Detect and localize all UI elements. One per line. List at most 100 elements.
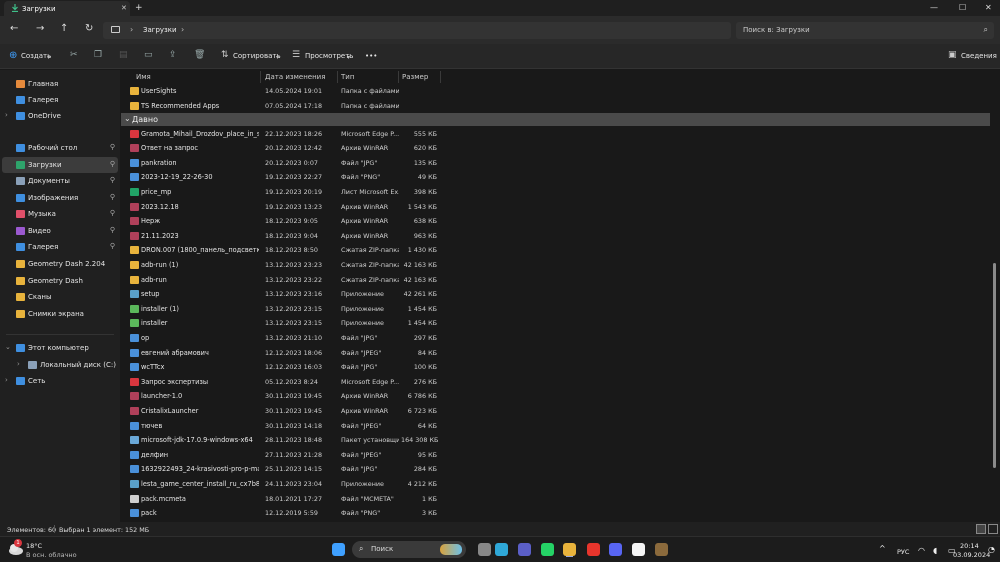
chevron-right-icon[interactable]: › xyxy=(17,360,20,368)
file-row[interactable]: lesta_game_center_install_ru_cx7b885jtqe… xyxy=(121,477,439,492)
chevron-down-icon[interactable]: ⌄ xyxy=(5,343,11,351)
file-row[interactable]: DRON.007 (1800_панель_подсветка_с_н... 18… xyxy=(121,243,439,258)
file-row[interactable]: Gramota_Mihail_Drozdov_place_in_scho... 2… xyxy=(121,127,439,142)
file-row[interactable]: Запрос экспертизы 05.12.2023 8:24 Microsof… xyxy=(121,375,439,390)
file-row[interactable]: wcTTcx 12.12.2023 16:03 Файл "JPG" 100 КБ xyxy=(121,360,439,375)
file-row[interactable]: adb-run (1) 13.12.2023 23:23 Сжатая ZIP-па… xyxy=(121,258,439,273)
scrollbar-thumb[interactable] xyxy=(993,263,996,468)
forward-button[interactable]: → xyxy=(36,24,44,34)
sidebar-item[interactable]: Загрузки ⚲ xyxy=(2,157,118,173)
file-row[interactable]: 1632922493_24-krasivosti-pro-p-malenki..… xyxy=(121,462,439,477)
file-row[interactable]: launcher-1.0 30.11.2023 19:45 Архив WinRAR… xyxy=(121,389,439,404)
search-input[interactable]: Поиск в: Загрузки ⌕ xyxy=(736,22,994,39)
file-row[interactable]: TS Recommended Apps 07.05.2024 17:18 Папка… xyxy=(121,99,439,114)
tab-close-icon[interactable]: ✕ xyxy=(121,4,127,12)
group-header[interactable]: ⌄ Давно xyxy=(121,113,990,126)
file-row[interactable]: microsoft-jdk-17.0.9-windows-x64 28.11.20… xyxy=(121,433,439,448)
chevron-right-icon[interactable]: › xyxy=(5,111,8,119)
whatsapp-icon[interactable] xyxy=(541,543,554,556)
notifications-icon[interactable]: ◔ xyxy=(988,545,995,554)
explorer-icon[interactable] xyxy=(563,543,576,556)
file-row[interactable]: делфин 27.11.2023 21:28 Файл "JPEG" 95 КБ xyxy=(121,448,439,463)
file-row[interactable]: installer (1) 13.12.2023 23:15 Приложение 1… xyxy=(121,302,439,317)
start-icon[interactable] xyxy=(332,543,345,556)
clock-date[interactable]: 03.09.2024 xyxy=(953,551,990,559)
column-divider[interactable] xyxy=(260,71,261,83)
sidebar-item[interactable]: Галерея ⚲ xyxy=(2,239,118,255)
yandex-icon[interactable] xyxy=(587,543,600,556)
file-row[interactable]: pack 12.12.2019 5:59 Файл "PNG" 3 КБ xyxy=(121,506,439,521)
chevron-down-icon[interactable]: ⌄ xyxy=(124,114,131,123)
up-button[interactable]: ↑ xyxy=(60,24,68,34)
sidebar-item[interactable]: Главная xyxy=(2,76,118,92)
tray-chevron-icon[interactable]: ^ xyxy=(879,544,886,553)
sidebar-item[interactable]: ⌄ Этот компьютер xyxy=(2,340,118,356)
column-divider[interactable] xyxy=(440,71,441,83)
sidebar-item[interactable]: Geometry Dash xyxy=(2,273,118,289)
column-name[interactable]: Имя xyxy=(136,73,151,81)
edge-icon[interactable] xyxy=(495,543,508,556)
column-type[interactable]: Тип xyxy=(341,73,354,81)
volume-icon[interactable]: ◖ xyxy=(933,546,937,555)
copy-icon[interactable]: ❐ xyxy=(94,51,102,60)
sidebar-item[interactable]: › OneDrive xyxy=(2,108,118,124)
maximize-button[interactable]: ☐ xyxy=(959,3,966,12)
tab-downloads[interactable]: Загрузки ✕ xyxy=(4,1,130,16)
refresh-button[interactable]: ↻ xyxy=(85,24,93,34)
file-row[interactable]: pack.mcmeta 18.01.2021 17:27 Файл "MCMETA"… xyxy=(121,492,439,507)
widgets-icon[interactable] xyxy=(478,543,491,556)
cut-icon[interactable]: ✂ xyxy=(70,51,78,60)
file-row[interactable]: CristalixLauncher 30.11.2023 19:45 Архив W… xyxy=(121,404,439,419)
address-bar[interactable]: › Загрузки › xyxy=(103,22,731,39)
rename-icon[interactable]: ▭ xyxy=(144,51,153,60)
column-size[interactable]: Размер xyxy=(402,73,428,81)
file-row[interactable]: price_mp 19.12.2023 20:19 Лист Microsoft E… xyxy=(121,185,439,200)
minimize-button[interactable]: — xyxy=(930,3,938,12)
teams-icon[interactable] xyxy=(518,543,531,556)
wifi-icon[interactable]: ◠ xyxy=(918,546,925,555)
sidebar-item[interactable]: › Сеть xyxy=(2,373,118,389)
file-row[interactable]: pankration 20.12.2023 0:07 Файл "JPG" 135 К… xyxy=(121,156,439,171)
yandex-browser-icon[interactable] xyxy=(632,543,645,556)
minecraft-icon[interactable] xyxy=(655,543,668,556)
column-divider[interactable] xyxy=(398,71,399,83)
chevron-right-icon[interactable]: › xyxy=(5,376,8,384)
sidebar-item[interactable]: Музыка ⚲ xyxy=(2,206,118,222)
file-row[interactable]: installer 13.12.2023 23:15 Приложение 1 454… xyxy=(121,316,439,331)
taskbar-search[interactable]: ⌕ Поиск xyxy=(352,541,466,558)
column-date[interactable]: Дата изменения xyxy=(265,73,325,81)
file-row[interactable]: евгений абрамович 12.12.2023 18:06 Файл "J… xyxy=(121,346,439,361)
file-row[interactable]: 2023-12-19_22-26-30 19.12.2023 22:27 Файл … xyxy=(121,170,439,185)
file-row[interactable]: op 13.12.2023 21:10 Файл "JPG" 297 КБ xyxy=(121,331,439,346)
sidebar-item[interactable]: Снимки экрана xyxy=(2,306,118,322)
file-row[interactable]: тючев 30.11.2023 14:18 Файл "JPEG" 64 КБ xyxy=(121,419,439,434)
delete-icon[interactable]: 🗑 xyxy=(194,51,205,60)
file-row[interactable]: 21.11.2023 18.12.2023 9:04 Архив WinRAR 963… xyxy=(121,229,439,244)
breadcrumb[interactable]: Загрузки xyxy=(143,26,177,34)
column-divider[interactable] xyxy=(337,71,338,83)
more-options-button[interactable]: ••• xyxy=(365,52,377,60)
language-indicator[interactable]: РУС xyxy=(897,548,909,556)
sidebar-item[interactable]: Видео ⚲ xyxy=(2,223,118,239)
chevron-right-icon[interactable]: › xyxy=(181,25,184,34)
sidebar-item[interactable]: › Локальный диск (C:) xyxy=(2,357,118,373)
clock-time[interactable]: 20:14 xyxy=(960,542,979,550)
share-icon[interactable]: ⇪ xyxy=(169,51,177,60)
chevron-right-icon[interactable]: › xyxy=(130,25,133,34)
discord-icon[interactable] xyxy=(609,543,622,556)
file-row[interactable]: Ответ на запрос 20.12.2023 12:42 Архив Win… xyxy=(121,141,439,156)
paste-icon[interactable]: ▤ xyxy=(119,51,128,60)
sidebar-item[interactable]: Geometry Dash 2.204 xyxy=(2,256,118,272)
close-button[interactable]: ✕ xyxy=(985,3,992,12)
sidebar-item[interactable]: Галерея xyxy=(2,92,118,108)
file-row[interactable]: Нерж 18.12.2023 9:05 Архив WinRAR 638 КБ xyxy=(121,214,439,229)
back-button[interactable]: ← xyxy=(10,24,18,34)
sidebar-item[interactable]: Рабочий стол ⚲ xyxy=(2,140,118,156)
sort-button[interactable]: Сортировать xyxy=(233,52,281,60)
tiles-view-button[interactable] xyxy=(988,524,998,534)
details-view-button[interactable] xyxy=(976,524,986,534)
file-row[interactable]: 2023.12.18 19.12.2023 13:23 Архив WinRAR 1 … xyxy=(121,200,439,215)
file-row[interactable]: adb-run 13.12.2023 23:22 Сжатая ZIP-папка 4… xyxy=(121,273,439,288)
sidebar-item[interactable]: Изображения ⚲ xyxy=(2,190,118,206)
file-row[interactable]: setup 13.12.2023 23:16 Приложение 42 261 КБ xyxy=(121,287,439,302)
